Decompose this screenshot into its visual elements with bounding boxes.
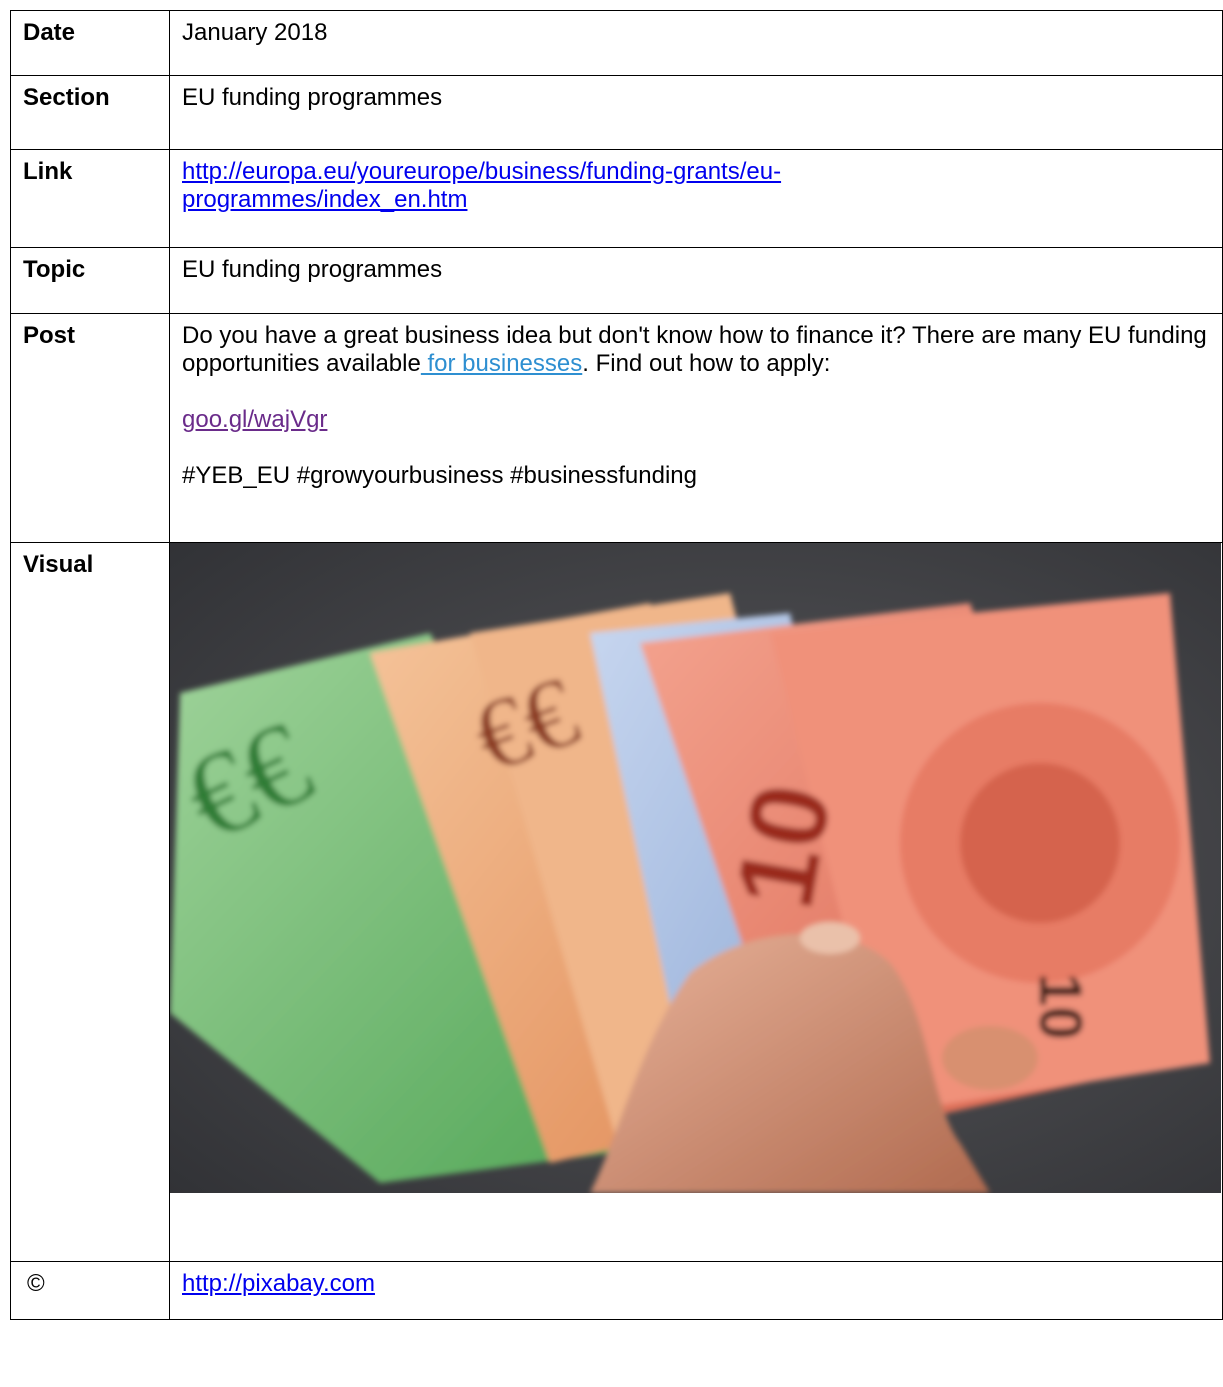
row-label-visual: Visual	[10, 542, 170, 1262]
row-label-post: Post	[10, 313, 170, 543]
euro-banknotes-photo: €€ €€ 10 10	[170, 543, 1221, 1193]
europa-link[interactable]: http://europa.eu/youreurope/business/fun…	[182, 158, 781, 213]
row-link: Link http://europa.eu/youreurope/busines…	[10, 149, 1223, 248]
visual-cell: €€ €€ 10 10	[169, 542, 1223, 1262]
row-label-section: Section	[10, 75, 170, 150]
post-value: Do you have a great business idea but do…	[169, 313, 1223, 543]
topic-value: EU funding programmes	[169, 247, 1223, 314]
row-visual: Visual €€ €€ 10 10	[10, 542, 1223, 1262]
pixabay-link[interactable]: http://pixabay.com	[182, 1270, 375, 1297]
section-value: EU funding programmes	[169, 75, 1223, 150]
date-value: January 2018	[169, 10, 1223, 76]
row-post: Post Do you have a great business idea b…	[10, 313, 1223, 543]
row-topic: Topic EU funding programmes	[10, 247, 1223, 314]
europa-link-line1: http://europa.eu/youreurope/business/fun…	[182, 158, 782, 185]
row-label-link: Link	[10, 149, 170, 248]
row-label-date: Date	[10, 10, 170, 76]
post-body: Do you have a great business idea but do…	[182, 322, 1222, 378]
europa-link-line2: programmes/index_en.htm	[182, 186, 468, 213]
svg-text:10: 10	[713, 775, 855, 917]
content-calendar-table: Date January 2018 Section EU funding pro…	[10, 10, 1223, 1320]
row-label-topic: Topic	[10, 247, 170, 314]
short-link[interactable]: goo.gl/wajVgr	[182, 406, 327, 433]
svg-text:10: 10	[1027, 973, 1094, 1040]
post-text-after: . Find out how to apply:	[582, 350, 831, 377]
row-section: Section EU funding programmes	[10, 75, 1223, 150]
row-date: Date January 2018	[10, 10, 1223, 76]
link-value: http://europa.eu/youreurope/business/fun…	[169, 149, 1223, 248]
row-credit: © http://pixabay.com	[10, 1261, 1223, 1320]
hashtags: #YEB_EU #growyourbusiness #businessfundi…	[182, 462, 697, 489]
copyright-symbol: ©	[10, 1261, 170, 1320]
credit-value: http://pixabay.com	[169, 1261, 1223, 1320]
for-businesses-link[interactable]: for businesses	[421, 350, 582, 377]
